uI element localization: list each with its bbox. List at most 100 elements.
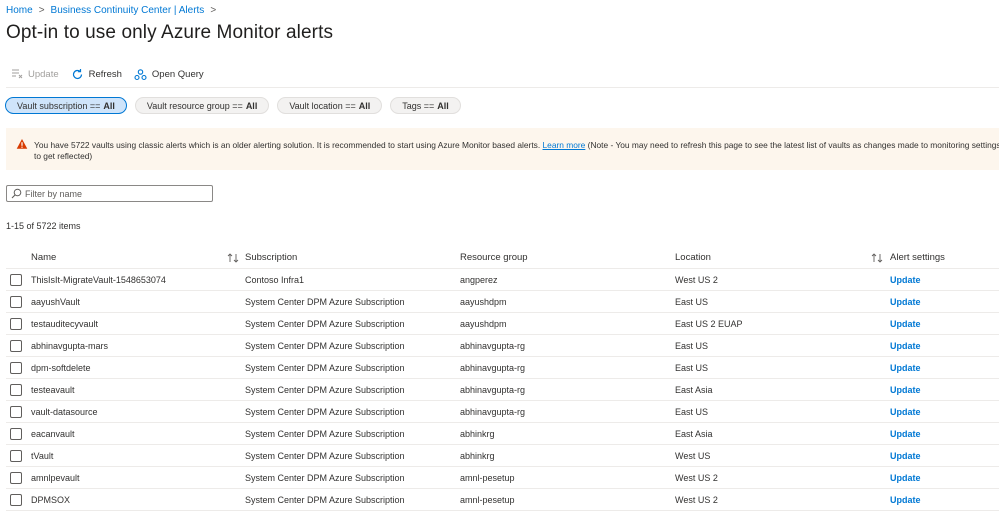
subscription-cell: Contoso Infra1: [245, 274, 305, 285]
sort-icon[interactable]: [871, 252, 883, 263]
update-button[interactable]: Update: [10, 67, 59, 81]
update-link[interactable]: Update: [890, 473, 921, 483]
warning-banner: You have 5722 vaults using classic alert…: [6, 128, 999, 170]
table-row[interactable]: abhinavgupta-mars System Center DPM Azur…: [6, 335, 999, 357]
subscription-cell: System Center DPM Azure Subscription: [245, 450, 405, 461]
filter-pill-subscription[interactable]: Vault subscription == All: [5, 97, 127, 114]
more-options-icon[interactable]: ···: [318, 29, 333, 43]
update-link[interactable]: Update: [890, 297, 921, 307]
sort-icon[interactable]: [227, 252, 239, 263]
row-checkbox[interactable]: [10, 383, 22, 396]
subscription-cell: System Center DPM Azure Subscription: [245, 384, 405, 395]
warning-text: You have 5722 vaults using classic alert…: [34, 140, 999, 162]
table-row[interactable]: eacanvault System Center DPM Azure Subsc…: [6, 423, 999, 445]
location-cell: East US: [675, 296, 709, 307]
filter-by-name-input[interactable]: [25, 188, 205, 199]
table-row[interactable]: dpm-softdelete System Center DPM Azure S…: [6, 357, 999, 379]
vault-name: abhinavgupta-mars: [31, 340, 109, 351]
refresh-button-label: Refresh: [88, 68, 122, 80]
update-link[interactable]: Update: [890, 495, 921, 505]
resource-group-cell: aayushdpm: [460, 296, 507, 307]
location-cell: West US 2: [675, 274, 718, 285]
open-query-button[interactable]: Open Query: [134, 67, 204, 81]
row-checkbox[interactable]: [10, 493, 22, 506]
filter-pills: Vault subscription == All Vault resource …: [5, 97, 461, 114]
update-link[interactable]: Update: [890, 451, 921, 461]
update-link[interactable]: Update: [890, 275, 921, 285]
table-row[interactable]: vault-datasource System Center DPM Azure…: [6, 401, 999, 423]
update-link[interactable]: Update: [890, 341, 921, 351]
filter-pill-value: All: [245, 100, 258, 111]
query-icon: [134, 67, 148, 81]
location-cell: East US: [675, 340, 709, 351]
resource-group-cell: abhinavgupta-rg: [460, 406, 526, 417]
update-link[interactable]: Update: [890, 385, 921, 395]
location-cell: East Asia: [675, 384, 713, 395]
table-row[interactable]: testauditecyvault System Center DPM Azur…: [6, 313, 999, 335]
open-query-button-label: Open Query: [151, 68, 204, 80]
refresh-button[interactable]: Refresh: [71, 67, 122, 81]
breadcrumb-home[interactable]: Home: [6, 5, 33, 16]
resource-group-cell: abhinavgupta-rg: [460, 384, 526, 395]
filter-pill-value: All: [103, 100, 115, 111]
column-header-label: Name: [31, 252, 57, 263]
subscription-cell: System Center DPM Azure Subscription: [245, 318, 405, 329]
update-link[interactable]: Update: [890, 363, 921, 373]
filter-by-name-box[interactable]: [6, 185, 213, 202]
row-checkbox[interactable]: [10, 427, 22, 440]
warning-text-part: You have 5722 vaults using classic alert…: [34, 140, 543, 150]
column-header-label: Location: [675, 252, 711, 263]
table-row[interactable]: ThisIsIt-MigrateVault-1548653074 Contoso…: [6, 269, 999, 291]
row-checkbox[interactable]: [10, 471, 22, 484]
vault-name: tVault: [31, 450, 54, 461]
column-header-location[interactable]: Location: [675, 252, 890, 263]
vaults-table: Name Subscription Resource group Locatio…: [6, 247, 999, 511]
update-link[interactable]: Update: [890, 429, 921, 439]
location-cell: East US: [675, 362, 709, 373]
table-row[interactable]: aayushVault System Center DPM Azure Subs…: [6, 291, 999, 313]
table-row[interactable]: tVault System Center DPM Azure Subscript…: [6, 445, 999, 467]
item-count: 1-15 of 5722 items: [6, 221, 81, 231]
table-row[interactable]: testeavault System Center DPM Azure Subs…: [6, 379, 999, 401]
table-header: Name Subscription Resource group Locatio…: [6, 247, 999, 269]
vault-name: dpm-softdelete: [31, 362, 91, 373]
column-header-subscription[interactable]: Subscription: [245, 252, 460, 263]
search-icon: [11, 188, 22, 199]
filter-pill-resource-group[interactable]: Vault resource group == All: [134, 97, 270, 114]
vault-name: vault-datasource: [31, 406, 98, 417]
subscription-cell: System Center DPM Azure Subscription: [245, 362, 405, 373]
breadcrumb: Home > Business Continuity Center | Aler…: [6, 5, 222, 16]
update-button-label: Update: [28, 68, 59, 80]
row-checkbox[interactable]: [10, 295, 22, 308]
row-checkbox[interactable]: [10, 273, 22, 286]
resource-group-cell: amnl-pesetup: [460, 472, 515, 483]
subscription-cell: System Center DPM Azure Subscription: [245, 494, 405, 505]
row-checkbox[interactable]: [10, 449, 22, 462]
vault-name: amnlpevault: [31, 472, 80, 483]
row-checkbox[interactable]: [10, 361, 22, 374]
update-list-icon: [10, 67, 24, 81]
resource-group-cell: abhinavgupta-rg: [460, 362, 526, 373]
filter-pill-label: Vault location ==: [289, 100, 356, 111]
filter-pill-location[interactable]: Vault location == All: [277, 97, 383, 114]
refresh-icon: [71, 67, 85, 81]
update-link[interactable]: Update: [890, 407, 921, 417]
row-checkbox[interactable]: [10, 405, 22, 418]
update-link[interactable]: Update: [890, 319, 921, 329]
filter-pill-tags[interactable]: Tags == All: [390, 97, 461, 114]
location-cell: West US 2: [675, 472, 718, 483]
column-header-resource-group[interactable]: Resource group: [460, 252, 675, 263]
row-checkbox[interactable]: [10, 339, 22, 352]
filter-pill-value: All: [358, 100, 371, 111]
resource-group-cell: abhinavgupta-rg: [460, 340, 526, 351]
row-checkbox[interactable]: [10, 317, 22, 330]
location-cell: West US 2: [675, 494, 718, 505]
resource-group-cell: abhinkrg: [460, 428, 495, 439]
table-row[interactable]: amnlpevault System Center DPM Azure Subs…: [6, 467, 999, 489]
subscription-cell: System Center DPM Azure Subscription: [245, 340, 405, 351]
subscription-cell: System Center DPM Azure Subscription: [245, 472, 405, 483]
learn-more-link[interactable]: Learn more: [543, 140, 586, 150]
breadcrumb-bcc-alerts[interactable]: Business Continuity Center | Alerts: [51, 5, 205, 16]
table-row[interactable]: DPMSOX System Center DPM Azure Subscript…: [6, 489, 999, 511]
column-header-name[interactable]: Name: [30, 252, 245, 263]
